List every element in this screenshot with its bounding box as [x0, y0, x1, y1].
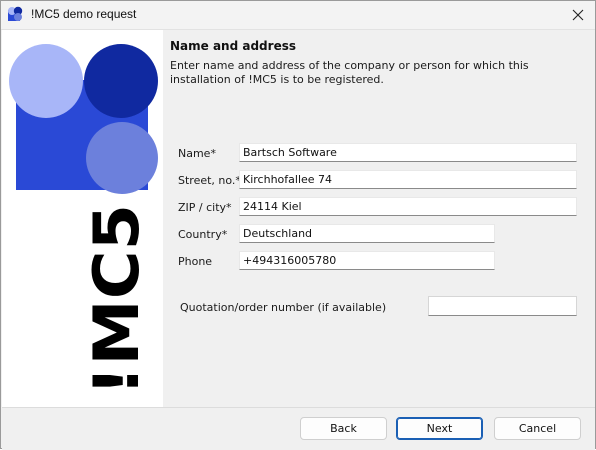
imc5-logo: !MC5: [9, 44, 158, 396]
country-field[interactable]: [239, 224, 495, 243]
main-content: Name and address Enter name and address …: [163, 30, 595, 407]
next-button[interactable]: Next: [396, 417, 483, 440]
button-bar: Back Next Cancel: [2, 407, 595, 450]
close-icon: [572, 9, 584, 21]
zip-city-label: ZIP / city*: [178, 201, 232, 214]
svg-text:!MC5: !MC5: [80, 204, 153, 396]
name-field[interactable]: [239, 143, 577, 162]
page-title: Name and address: [170, 39, 296, 53]
cancel-button[interactable]: Cancel: [494, 417, 581, 440]
quotation-field[interactable]: [428, 296, 577, 316]
window-title: !MC5 demo request: [31, 7, 137, 21]
street-field[interactable]: [239, 170, 577, 189]
logo-lettering: !MC5: [80, 204, 153, 396]
phone-label: Phone: [178, 255, 213, 268]
back-button[interactable]: Back: [300, 417, 387, 440]
page-description: Enter name and address of the company or…: [170, 59, 529, 86]
country-label: Country*: [178, 228, 228, 241]
quotation-label: Quotation/order number (if available): [180, 301, 387, 314]
phone-field[interactable]: [239, 251, 495, 270]
name-label: Name*: [178, 147, 216, 160]
app-icon: [8, 6, 23, 21]
title-bar: !MC5 demo request: [1, 1, 595, 30]
street-label: Street, no.*: [178, 174, 241, 187]
dialog-window: !MC5 demo request !MC5 Name and address …: [0, 0, 596, 450]
close-button[interactable]: [561, 1, 595, 29]
logo-panel: !MC5: [2, 30, 163, 407]
zip-city-field[interactable]: [239, 197, 577, 216]
